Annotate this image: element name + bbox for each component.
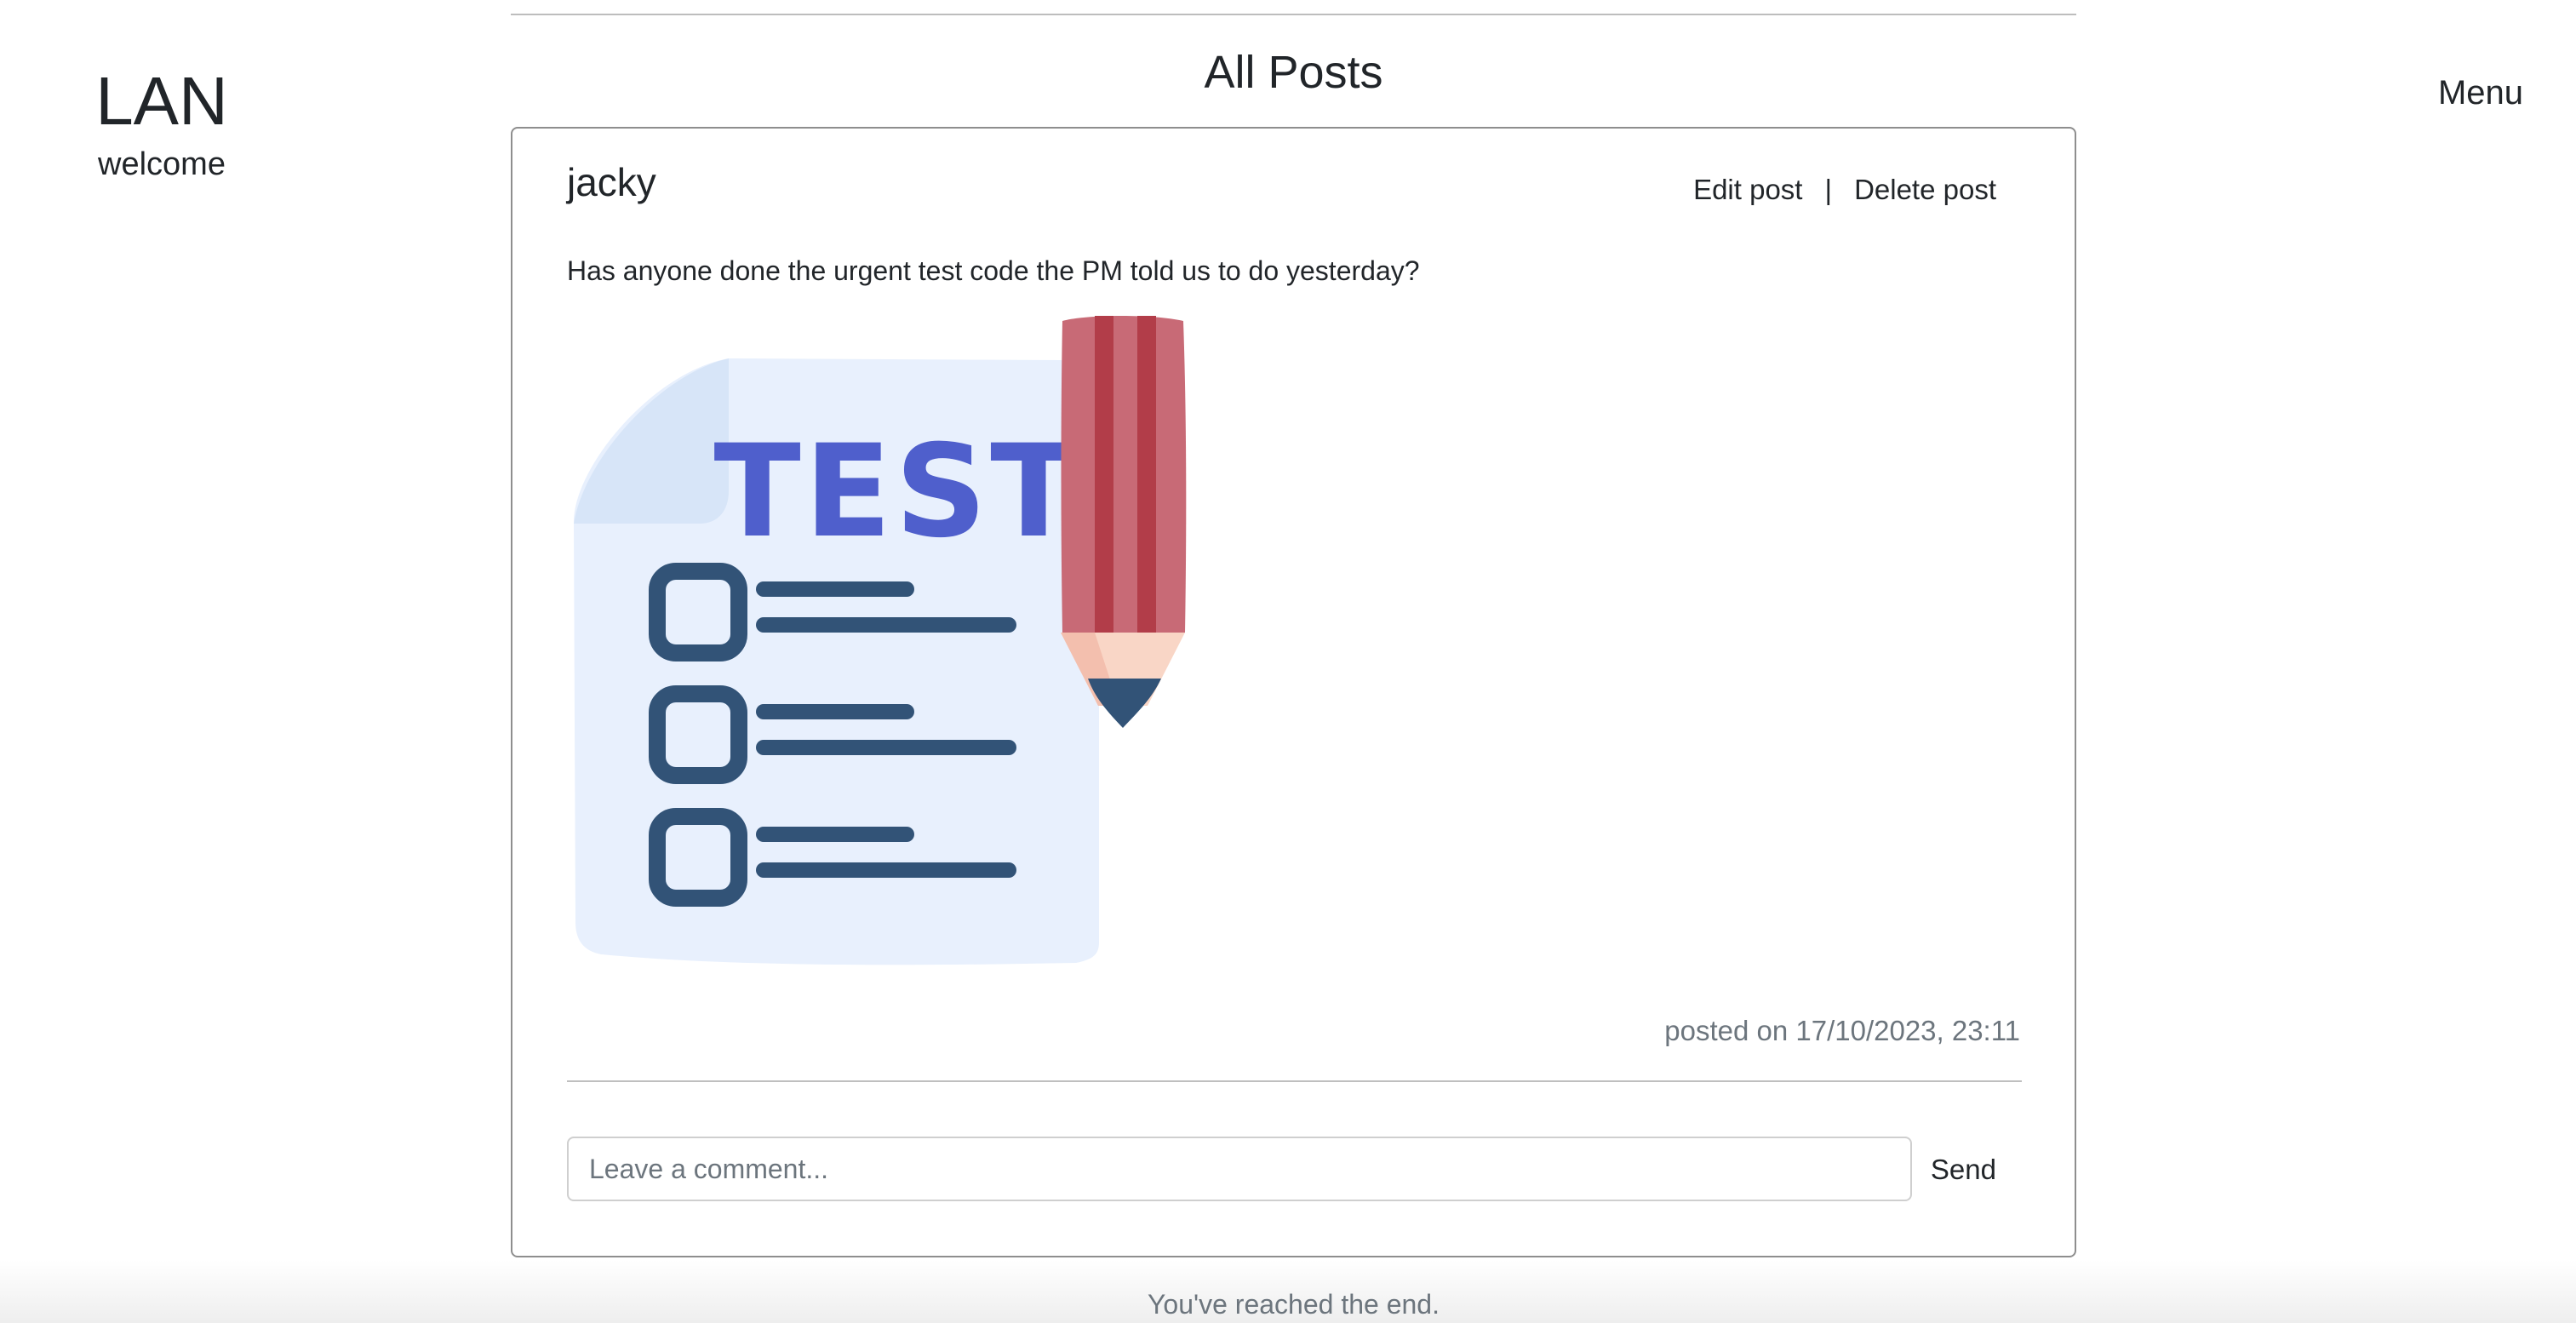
brand-subtitle: welcome — [98, 146, 226, 182]
post-author: jacky — [567, 160, 656, 204]
brand-title: LAN — [95, 63, 228, 139]
post-image: TEST — [567, 316, 1239, 1104]
post-actions: Edit post | Delete post — [1693, 171, 1996, 209]
brand: LAN welcome — [95, 60, 228, 184]
end-message: You've reached the end. — [1148, 1289, 1440, 1320]
post-date: posted on 17/10/2023, 23:11 — [1664, 1015, 2020, 1046]
top-divider — [511, 14, 2076, 15]
page-title: All Posts — [1204, 47, 1383, 98]
post-text: Has anyone done the urgent test code the… — [567, 255, 1420, 286]
comment-input[interactable] — [567, 1137, 1912, 1201]
edit-post-button[interactable]: Edit post — [1693, 171, 1802, 209]
pencil-shape — [1061, 316, 1187, 728]
post-card: jacky Edit post | Delete post Has anyone… — [511, 127, 2076, 1257]
paper-fold — [574, 358, 729, 524]
action-separator: | — [1824, 174, 1833, 205]
comment-divider — [567, 1080, 2022, 1082]
test-checklist-pencil-icon: TEST — [573, 316, 1187, 965]
menu-button[interactable]: Menu — [2438, 72, 2523, 114]
send-button[interactable]: Send — [1907, 1147, 2020, 1193]
delete-post-button[interactable]: Delete post — [1854, 171, 1996, 209]
test-label: TEST — [713, 418, 1080, 566]
